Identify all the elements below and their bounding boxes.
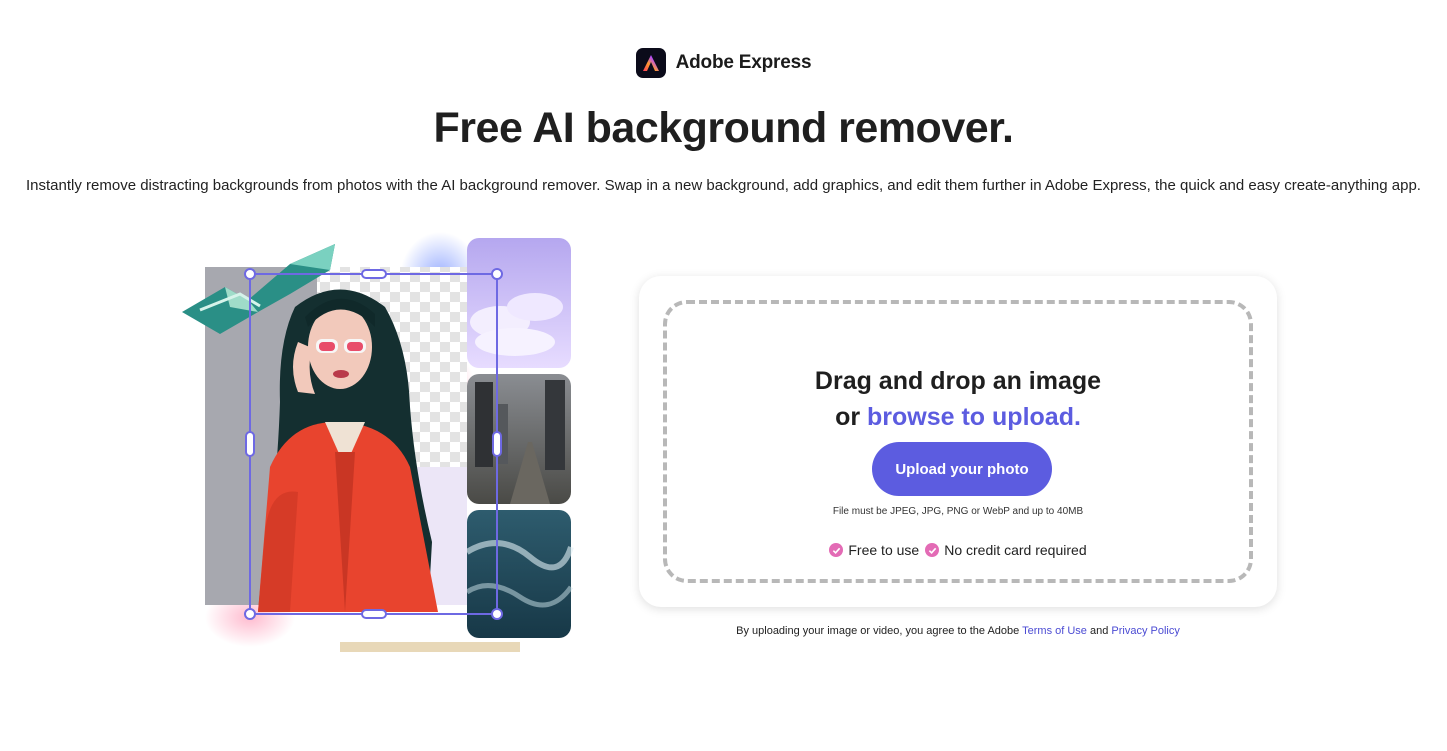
legal-notice: By uploading your image or video, you ag… [639,625,1277,637]
perks-list: Free to use No credit card required [667,542,1249,558]
privacy-policy-link[interactable]: Privacy Policy [1111,625,1179,637]
perk-label: Free to use [848,542,920,558]
file-requirements: File must be JPEG, JPG, PNG or WebP and … [832,506,1084,517]
sky-thumbnail [467,238,571,368]
page-subtitle: Instantly remove distracting backgrounds… [26,177,1421,194]
upload-photo-button[interactable]: Upload your photo [872,442,1052,496]
drop-zone[interactable]: Drag and drop an image or browse to uplo… [663,300,1253,583]
paper-strip [340,642,520,652]
browse-instruction: or browse to upload. [667,403,1249,432]
legal-and: and [1086,625,1112,637]
terms-of-use-link[interactable]: Terms of Use [1022,625,1087,637]
perk-no-card: No credit card required [925,542,1087,558]
brand-header: Adobe Express [0,48,1447,78]
hero-illustration [170,232,590,662]
check-icon [925,543,940,557]
browse-link[interactable]: browse to upload. [867,403,1081,431]
adobe-express-logo-icon[interactable] [635,48,666,78]
drop-instruction: Drag and drop an image [814,367,1102,395]
page-title: Free AI background remover. [433,104,1014,152]
upload-card: Drag and drop an image or browse to uplo… [639,276,1277,607]
check-icon [829,543,844,557]
ocean-thumbnail [465,510,574,638]
legal-prefix: By uploading your image or video, you ag… [736,625,1023,637]
brand-name: Adobe Express [675,52,812,73]
perk-free: Free to use [829,542,919,558]
city-thumbnail [467,374,571,504]
perk-label: No credit card required [944,542,1087,558]
browse-prefix: or [835,403,868,431]
